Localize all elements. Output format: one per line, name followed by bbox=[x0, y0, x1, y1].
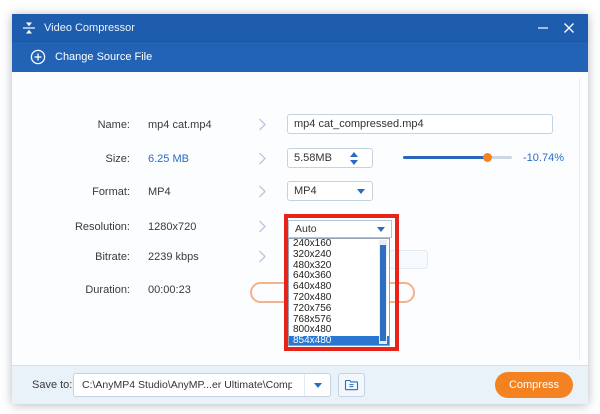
format-source-value: MP4 bbox=[148, 186, 171, 198]
source-header: Change Source File bbox=[12, 41, 588, 72]
close-button[interactable] bbox=[560, 19, 578, 37]
save-path-dropdown[interactable]: C:\AnyMP4 Studio\AnyMP...er Ultimate\Com… bbox=[73, 373, 331, 397]
title-bar: Video Compressor bbox=[12, 14, 588, 41]
save-to-label: Save to: bbox=[32, 379, 73, 391]
size-label: Size: bbox=[105, 153, 130, 165]
footer-bar: Save to: C:\AnyMP4 Studio\AnyMP...er Ult… bbox=[12, 365, 588, 404]
chevron-right-icon bbox=[258, 118, 267, 136]
chevron-right-icon bbox=[258, 152, 267, 170]
folder-icon bbox=[344, 379, 359, 391]
resolution-source-value: 1280x720 bbox=[148, 221, 197, 233]
chevron-right-icon bbox=[258, 185, 267, 203]
slider-handle[interactable] bbox=[483, 153, 492, 162]
content-divider bbox=[579, 78, 580, 359]
duration-source-value: 00:00:23 bbox=[148, 284, 191, 296]
bitrate-source-value: 2239 kbps bbox=[148, 251, 199, 263]
size-input[interactable] bbox=[287, 148, 373, 168]
change-source-file-button[interactable]: Change Source File bbox=[30, 49, 152, 65]
chevron-right-icon bbox=[258, 220, 267, 238]
size-slider[interactable] bbox=[403, 153, 512, 162]
spin-down-icon[interactable] bbox=[350, 160, 358, 165]
circle-plus-icon bbox=[30, 49, 46, 65]
compress-icon bbox=[22, 21, 36, 35]
save-path-value: C:\AnyMP4 Studio\AnyMP...er Ultimate\Com… bbox=[82, 379, 292, 391]
chevron-down-icon bbox=[357, 188, 365, 194]
chevron-down-icon bbox=[313, 382, 322, 388]
path-dropdown-arrow[interactable] bbox=[304, 374, 330, 396]
window-title: Video Compressor bbox=[44, 21, 135, 34]
minimize-button[interactable] bbox=[534, 19, 552, 37]
name-input[interactable] bbox=[287, 114, 553, 134]
settings-panel: Name: mp4 cat.mp4 Size: 6.25 MB -10.74% … bbox=[12, 72, 588, 365]
chevron-right-icon bbox=[258, 250, 267, 268]
name-source-value: mp4 cat.mp4 bbox=[148, 119, 212, 131]
size-reduction-percent: -10.74% bbox=[523, 152, 564, 164]
format-selected-value: MP4 bbox=[294, 185, 317, 197]
spin-up-icon[interactable] bbox=[350, 152, 358, 157]
resolution-label: Resolution: bbox=[74, 221, 130, 233]
video-compressor-window: Video Compressor Change Source File Name… bbox=[12, 14, 588, 404]
format-label: Format: bbox=[92, 186, 130, 198]
name-label: Name: bbox=[97, 119, 130, 131]
format-dropdown[interactable]: MP4 bbox=[287, 181, 373, 201]
bitrate-label: Bitrate: bbox=[95, 251, 130, 263]
slider-fill bbox=[403, 156, 487, 159]
size-source-value: 6.25 MB bbox=[148, 153, 189, 165]
duration-label: Duration: bbox=[85, 284, 130, 296]
open-folder-button[interactable] bbox=[338, 373, 365, 397]
compress-button[interactable]: Compress bbox=[495, 372, 573, 398]
change-source-file-label: Change Source File bbox=[55, 51, 153, 63]
annotation-highlight-box bbox=[284, 214, 399, 351]
